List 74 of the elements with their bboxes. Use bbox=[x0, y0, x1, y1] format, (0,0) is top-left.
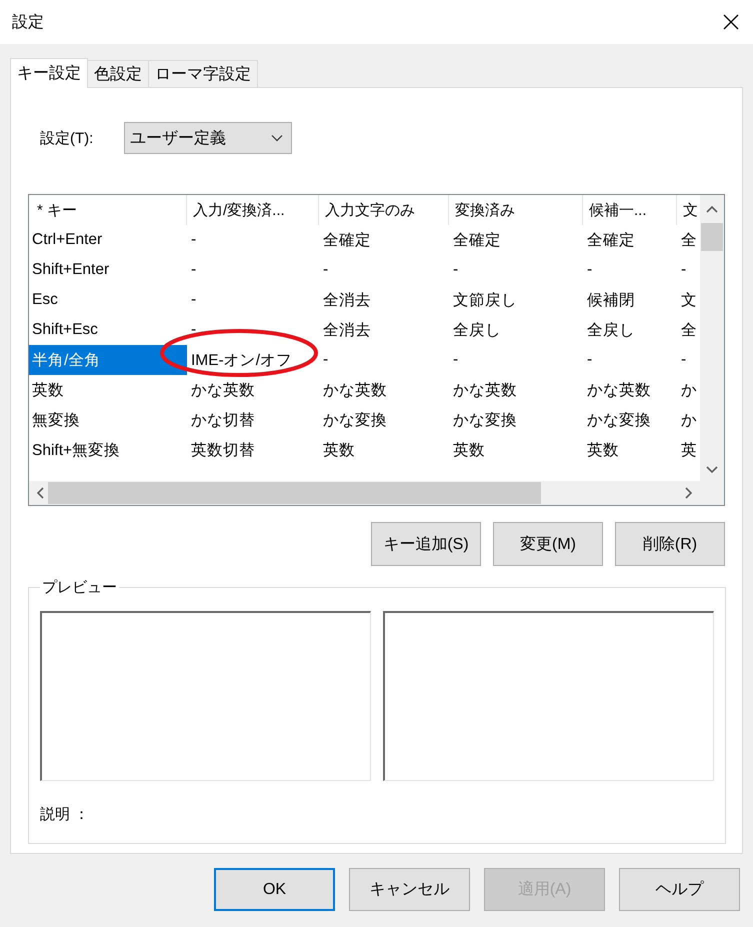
table-cell[interactable]: Shift+Enter bbox=[29, 255, 187, 285]
close-icon[interactable] bbox=[723, 14, 739, 30]
scrollbar-thumb[interactable] bbox=[701, 223, 723, 251]
column-header[interactable]: 候補一... bbox=[583, 195, 677, 225]
table-cell-text: かな英数 bbox=[452, 380, 518, 400]
description-label: 説明 ： bbox=[40, 805, 90, 824]
table-cell-text: 文 bbox=[680, 290, 698, 310]
tab[interactable]: キー設定 bbox=[10, 58, 88, 88]
table-cell-text: かな英数 bbox=[322, 380, 388, 400]
column-header[interactable]: 変換済み bbox=[449, 195, 583, 225]
scroll-up-icon[interactable] bbox=[705, 204, 719, 214]
action-button[interactable]: キー追加(S) bbox=[371, 522, 481, 566]
table-cell-text: - bbox=[680, 350, 688, 370]
table-cell-text: かな英数 bbox=[190, 380, 256, 400]
tab[interactable]: ローマ字設定 bbox=[148, 60, 258, 88]
table-cell-text: - bbox=[322, 260, 330, 280]
table-cell-text: 全消去 bbox=[322, 320, 372, 340]
table-cell-text: 候補閉 bbox=[586, 290, 636, 310]
table-cell[interactable]: Esc bbox=[29, 285, 187, 315]
table-cell[interactable]: 半角/全角 bbox=[29, 345, 187, 375]
table-cell[interactable]: Ctrl+Enter bbox=[29, 225, 187, 255]
scrollbar-thumb[interactable] bbox=[48, 482, 541, 504]
column-header[interactable]: * キー bbox=[29, 195, 187, 225]
scroll-right-icon[interactable] bbox=[684, 486, 694, 500]
setting-label: 設定(T): bbox=[39, 128, 94, 148]
window-title: 設定 bbox=[12, 12, 44, 32]
table-cell-text: 英 bbox=[680, 440, 698, 460]
table-cell-text: 全確定 bbox=[586, 230, 636, 250]
column-header[interactable]: 入力文字のみ bbox=[319, 195, 449, 225]
table-cell-text: 全戻し bbox=[452, 320, 502, 340]
table-cell-text: 全戻し bbox=[586, 320, 636, 340]
table-cell-text: 全確定 bbox=[322, 230, 372, 250]
table-cell-text: 全消去 bbox=[322, 290, 372, 310]
table-cell-text: - bbox=[680, 260, 688, 280]
table-cell-text: - bbox=[322, 350, 330, 370]
column-header[interactable]: 入力/変換済... bbox=[187, 195, 319, 225]
scroll-down-icon[interactable] bbox=[705, 465, 719, 475]
scroll-left-icon[interactable] bbox=[35, 486, 45, 500]
action-button[interactable]: 削除(R) bbox=[615, 522, 725, 566]
table-cell-text: - bbox=[190, 320, 198, 340]
group-title: プレビュー bbox=[41, 578, 118, 597]
table-cell-text: かな変換 bbox=[586, 410, 652, 430]
table-cell-text: 英数切替 bbox=[190, 440, 256, 460]
action-button[interactable]: 変更(M) bbox=[493, 522, 603, 566]
table-cell-text: か bbox=[680, 380, 698, 400]
table-cell-text: かな変換 bbox=[452, 410, 518, 430]
table-cell-text: かな切替 bbox=[190, 410, 256, 430]
table-cell-text: - bbox=[586, 350, 594, 370]
chevron-down-icon bbox=[271, 134, 283, 142]
table-cell[interactable]: Shift+無変換 bbox=[29, 435, 187, 465]
table-cell-text: 文節戻し bbox=[452, 290, 518, 310]
table-cell-text: か bbox=[680, 410, 698, 430]
table-cell-text: 英数 bbox=[322, 440, 356, 460]
table-cell-text: - bbox=[190, 260, 198, 280]
dialog-button[interactable]: ヘルプ bbox=[619, 868, 740, 911]
table-cell[interactable]: 無変換 bbox=[29, 405, 187, 435]
table-cell-text: - bbox=[452, 260, 460, 280]
table-cell-text: かな変換 bbox=[322, 410, 388, 430]
table-cell-text: - bbox=[190, 290, 198, 310]
table-cell-text: - bbox=[190, 230, 198, 250]
table-cell[interactable]: Shift+Esc bbox=[29, 315, 187, 345]
setting-dropdown[interactable]: ユーザー定義 bbox=[124, 122, 292, 154]
table-cell-text: 全確定 bbox=[452, 230, 502, 250]
table-cell-text: 英数 bbox=[586, 440, 620, 460]
table-cell-text: - bbox=[586, 260, 594, 280]
dialog-button[interactable]: キャンセル bbox=[349, 868, 470, 911]
table-cell-text: 全 bbox=[680, 320, 698, 340]
table-cell[interactable]: 英数 bbox=[29, 375, 187, 405]
table-cell-text: 全 bbox=[680, 230, 698, 250]
dialog-button[interactable]: OK bbox=[214, 868, 335, 911]
table-cell-text: かな英数 bbox=[586, 380, 652, 400]
table-cell-text: 英数 bbox=[452, 440, 486, 460]
table-cell-text: - bbox=[452, 350, 460, 370]
table-cell-text: IME-オン/オフ bbox=[190, 350, 294, 370]
